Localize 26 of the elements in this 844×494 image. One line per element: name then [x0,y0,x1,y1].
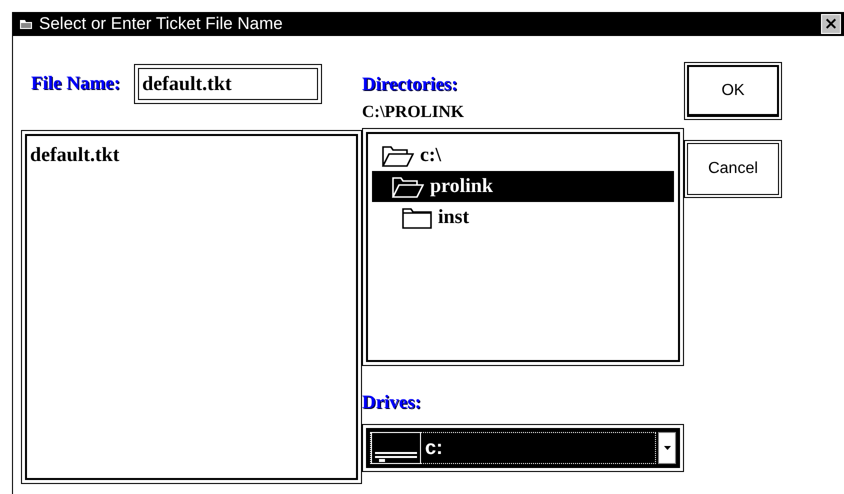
file-item[interactable]: default.tkt [30,144,120,167]
folder-icon [392,176,424,198]
directory-list[interactable]: c:\ prolink inst [366,132,680,362]
drive-dropdown[interactable]: c: [362,424,684,472]
ok-button[interactable]: OK [687,65,779,117]
directory-item[interactable]: c:\ [372,140,674,171]
folder-icon [382,144,414,166]
field-label: File Name: [31,73,120,95]
file-name-field[interactable]: default.tkt [134,64,322,104]
window-title: Select or Enter Ticket File Name [39,14,284,34]
current-path: C:\PROLINK [362,102,465,122]
dropdown-arrow-icon[interactable] [664,446,670,450]
app-icon [19,18,33,30]
close-button[interactable]: × [821,14,841,34]
directory-name: prolink [430,175,493,198]
cancel-button[interactable]: Cancel [687,143,779,195]
directory-item[interactable]: inst [372,202,674,233]
drive-value: c: [425,436,443,460]
drives-label: Drives: [362,392,422,414]
drive-icon [371,432,421,464]
file-list[interactable]: default.tkt [25,134,358,480]
directories-label: Directories: [362,74,459,96]
directory-name: c:\ [420,144,442,167]
directory-name: inst [438,206,470,229]
directory-item[interactable]: prolink [372,171,674,202]
folder-icon [402,206,432,228]
